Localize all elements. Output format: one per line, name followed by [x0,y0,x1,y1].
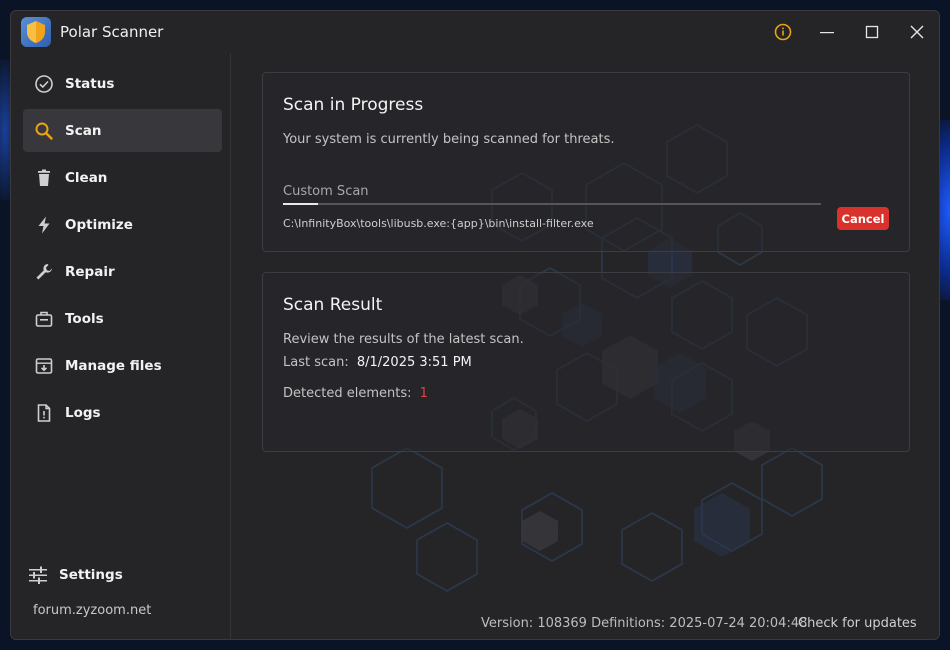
sidebar-item-manage-files[interactable]: Manage files [23,344,222,387]
wrench-icon [33,261,55,283]
scan-result-title: Scan Result [283,295,383,315]
detected-elements-count[interactable]: 1 [420,386,428,401]
last-scan-value: 8/1/2025 3:51 PM [356,355,472,370]
settings-button[interactable]: Settings [27,557,227,593]
lightning-icon [33,214,55,236]
scan-type-label: Custom Scan [283,184,369,199]
info-icon[interactable] [768,19,798,45]
last-scan-row: Last scan: 8/1/2025 3:51 PM [283,355,472,370]
sidebar-item-optimize[interactable]: Optimize [23,203,222,246]
forum-link[interactable]: forum.zyzoom.net [33,603,151,618]
detected-elements-row: Detected elements: 1 [283,386,428,401]
check-circle-icon [33,73,55,95]
sidebar-item-logs[interactable]: Logs [23,391,222,434]
minimize-icon[interactable] [812,19,842,45]
title-bar: Polar Scanner [11,11,939,53]
sidebar-item-label: Logs [65,404,101,421]
sidebar-item-tools[interactable]: Tools [23,297,222,340]
sidebar-item-repair[interactable]: Repair [23,250,222,293]
sliders-icon [27,565,49,585]
cancel-button[interactable]: Cancel [837,207,889,230]
sidebar-item-label: Status [65,75,115,92]
toolbox-icon [33,308,55,330]
scan-result-card: Scan Result Review the results of the la… [262,272,910,452]
version-info: Version: 108369 Definitions: 2025-07-24 … [481,616,808,631]
sidebar-item-label: Scan [65,122,102,139]
check-updates-link[interactable]: Check for updates [798,616,917,631]
detected-elements-label: Detected elements: [283,386,412,401]
sidebar-item-clean[interactable]: Clean [23,156,222,199]
file-box-icon [33,355,55,377]
sidebar-item-status[interactable]: Status [23,62,222,105]
maximize-icon[interactable] [857,19,887,45]
sidebar: Status Scan Clean Optimize Repair Tools … [11,53,231,639]
log-file-icon [33,402,55,424]
sidebar-item-label: Repair [65,263,115,280]
scan-progress-bar [283,203,821,205]
trash-icon [33,167,55,189]
main-content: Scan in Progress Your system is currentl… [232,53,939,639]
app-window: Polar Scanner Status Scan Clean Optimize… [10,10,940,640]
shield-icon [21,17,51,47]
scan-progress-description: Your system is currently being scanned f… [283,132,615,147]
close-icon[interactable] [902,19,932,45]
sidebar-item-label: Optimize [65,216,133,233]
sidebar-item-label: Manage files [65,357,162,374]
app-title: Polar Scanner [60,23,164,41]
current-scan-path: C:\InfinityBox\tools\libusb.exe:{app}\bi… [283,217,594,230]
scan-progress-card: Scan in Progress Your system is currentl… [262,72,910,252]
search-icon [33,120,55,142]
sidebar-item-scan[interactable]: Scan [23,109,222,152]
scan-progress-title: Scan in Progress [283,95,424,115]
scan-progress-fill [283,203,318,205]
scan-result-description: Review the results of the latest scan. [283,332,524,347]
sidebar-item-label: Clean [65,169,108,186]
settings-label: Settings [59,567,123,583]
last-scan-label: Last scan: [283,355,349,370]
sidebar-item-label: Tools [65,310,104,327]
